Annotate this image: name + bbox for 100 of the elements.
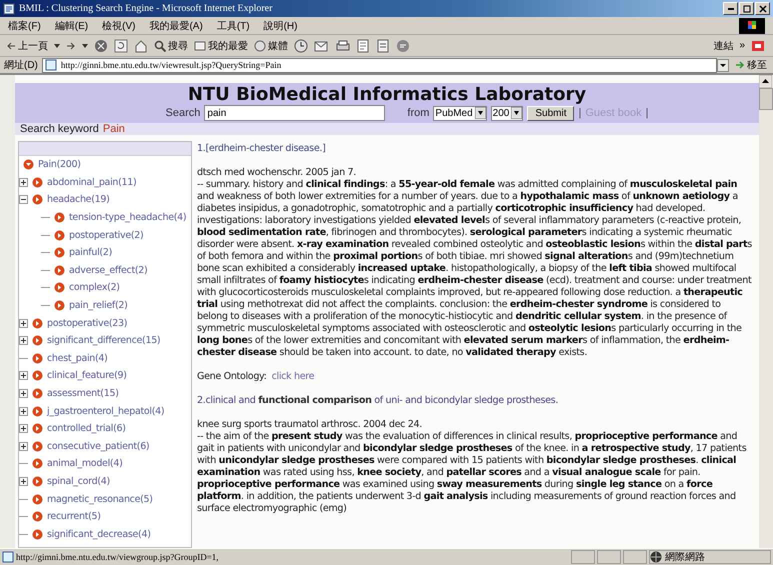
tree-item[interactable]: significant_decrease(4): [47, 528, 151, 540]
expand-icon[interactable]: [19, 424, 28, 434]
page-icon: [2, 551, 14, 563]
scrollbar[interactable]: [759, 75, 773, 548]
printer-icon[interactable]: [336, 38, 350, 52]
media-button[interactable]: 媒體: [254, 38, 288, 52]
tree-item[interactable]: adverse_effect(2): [69, 264, 148, 276]
expand-icon[interactable]: [19, 371, 28, 380]
expand-icon[interactable]: [19, 336, 28, 346]
forward-icon[interactable]: [66, 40, 76, 50]
mail-icon[interactable]: [314, 38, 330, 52]
expand-icon[interactable]: [19, 178, 28, 187]
arrow-icon: [735, 60, 745, 70]
result-title-link[interactable]: 1.[erdheim-chester disease.]: [197, 143, 753, 155]
journal-citation: dtsch med wochenschr. 2005 jan 7.: [197, 167, 357, 179]
bullet-icon: [32, 511, 43, 522]
tree-item[interactable]: significant_difference(15): [47, 335, 160, 346]
more-button[interactable]: »: [739, 40, 745, 51]
tree-item[interactable]: postoperative(2): [69, 230, 144, 241]
close-button[interactable]: [755, 2, 770, 15]
caret-icon: [54, 44, 60, 48]
tree-item[interactable]: pain_relief(2): [69, 300, 128, 312]
tree-item[interactable]: Pain(200): [38, 159, 81, 170]
address-field[interactable]: http://ginni.bme.ntu.edu.tw/viewresult.jsp?QueryString=Pain: [42, 58, 717, 72]
tree-item[interactable]: chest_pain(4): [47, 352, 108, 364]
expand-icon[interactable]: [19, 476, 28, 486]
tree-item[interactable]: tension-type_headache(4): [69, 212, 186, 224]
chat-icon[interactable]: [396, 38, 410, 52]
tree-item[interactable]: clinical_feature(9): [47, 370, 127, 382]
keyword-label: Search keyword: [20, 123, 99, 135]
tree-item[interactable]: complex(2): [69, 282, 120, 294]
click-here-link[interactable]: click here: [272, 371, 314, 383]
search-label: Search: [166, 107, 200, 119]
tree-item[interactable]: assessment(15): [47, 388, 119, 400]
bullet-icon: [32, 388, 43, 400]
caret-icon: [82, 44, 88, 48]
status-text: http://gimni.bme.ntu.edu.tw/viewgroup.jsp?GroupID=1,: [16, 552, 220, 562]
bullet-icon: [32, 494, 43, 505]
result-title-link[interactable]: 2.clinical and functional comparison of uni- and bicondylar sledge prostheses.: [197, 395, 753, 407]
tree-item[interactable]: painful(2): [69, 247, 112, 258]
expand-icon[interactable]: [19, 389, 28, 398]
tree-item[interactable]: controlled_trial(6): [47, 423, 126, 434]
tree-item[interactable]: postoperative(23): [47, 318, 128, 329]
site-title: NTU BioMedical Informatics Laboratory: [188, 85, 586, 105]
keyword-value: Pain: [102, 123, 125, 135]
source-select[interactable]: PubMed: [433, 106, 487, 120]
document-icon[interactable]: [376, 38, 390, 52]
menu-item[interactable]: 檔案(F): [8, 18, 41, 32]
dropdown-icon[interactable]: [717, 58, 729, 72]
stop-icon[interactable]: [94, 38, 108, 52]
globe-icon: [650, 551, 662, 563]
collapse-icon[interactable]: [19, 195, 28, 204]
scroll-up-icon[interactable]: [759, 75, 772, 88]
menu-item[interactable]: 檢視(V): [102, 18, 136, 32]
bullet-icon: [32, 370, 43, 382]
bullet-icon: [32, 352, 43, 364]
journal-citation: knee surg sports traumatol arthrosc. 2004 dec 24.: [197, 419, 423, 431]
bullet-icon: [32, 176, 43, 188]
history-icon[interactable]: [294, 38, 308, 52]
home-icon[interactable]: [134, 38, 148, 52]
search-icon: [154, 40, 166, 52]
links-label[interactable]: 連結: [713, 38, 734, 52]
tree-item[interactable]: recurrent(5): [47, 511, 101, 522]
menu-item[interactable]: 說明(H): [264, 18, 298, 32]
tree-item[interactable]: j_gastroenterol_hepatol(4): [47, 406, 164, 417]
bullet-icon: [54, 264, 65, 276]
tree-item[interactable]: consecutive_patient(6): [47, 440, 150, 452]
menu-item[interactable]: 工具(T): [216, 18, 250, 32]
status-pane: [597, 550, 621, 564]
tree-item[interactable]: spinal_cord(4): [47, 476, 110, 487]
favorites-button[interactable]: 我的最愛: [194, 38, 248, 52]
app-icon[interactable]: [751, 38, 767, 52]
count-select[interactable]: 200: [490, 106, 524, 120]
tree-item[interactable]: headache(19): [47, 194, 110, 206]
tree-item[interactable]: abdominal_pain(11): [47, 176, 136, 188]
menu-item[interactable]: 編輯(E): [54, 18, 88, 32]
browser-icon: [3, 2, 15, 14]
scroll-thumb[interactable]: [759, 88, 773, 110]
bullet-icon: [54, 282, 65, 294]
windows-logo-icon: [739, 18, 765, 34]
back-button[interactable]: 上一頁: [6, 38, 48, 52]
status-pane: [623, 550, 647, 564]
search-button[interactable]: 搜尋: [154, 38, 188, 52]
bullet-icon: [32, 335, 43, 346]
bullet-icon: [32, 476, 43, 487]
expand-icon[interactable]: [19, 406, 28, 416]
bullet-icon: [32, 458, 43, 470]
expand-icon[interactable]: [19, 318, 28, 328]
document-icon[interactable]: [356, 38, 370, 52]
minimize-button[interactable]: [723, 2, 738, 15]
menu-item[interactable]: 我的最愛(A): [149, 18, 203, 32]
expand-icon[interactable]: [19, 442, 28, 451]
tree-item[interactable]: animal_model(4): [47, 458, 122, 470]
tree-item[interactable]: magnetic_resonance(5): [47, 494, 153, 505]
search-field[interactable]: pain: [204, 105, 386, 121]
maximize-button[interactable]: [739, 2, 754, 15]
go-button[interactable]: 移至: [733, 58, 769, 72]
submit-button[interactable]: Submit: [527, 106, 574, 120]
maximize-icon: [742, 4, 750, 12]
refresh-icon[interactable]: [114, 38, 128, 52]
